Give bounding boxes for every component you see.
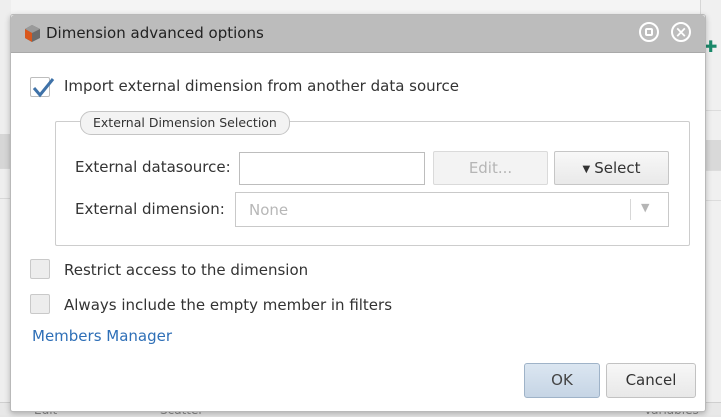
restrict-access-label[interactable]: Restrict access to the dimension xyxy=(64,261,308,279)
app-cube-logo-icon xyxy=(23,24,42,43)
external-datasource-label: External datasource: xyxy=(75,158,231,176)
members-manager-link[interactable]: Members Manager xyxy=(32,327,172,345)
external-dimension-dropdown[interactable]: None ▼ xyxy=(235,192,669,227)
background-toolbar-strip xyxy=(0,0,721,14)
external-dimension-label: External dimension: xyxy=(75,200,225,218)
import-external-label[interactable]: Import external dimension from another d… xyxy=(64,77,459,95)
close-dialog-button[interactable]: × xyxy=(671,22,691,42)
select-datasource-button[interactable]: ▼ Select xyxy=(554,151,669,185)
checkmark-icon xyxy=(32,78,55,98)
dialog-titlebar[interactable]: Dimension advanced options × xyxy=(11,15,705,53)
external-datasource-input[interactable] xyxy=(239,152,425,185)
cancel-button[interactable]: Cancel xyxy=(606,363,696,398)
ok-button[interactable]: OK xyxy=(524,363,600,398)
chevron-down-icon: ▼ xyxy=(641,201,650,214)
restore-icon xyxy=(645,28,653,36)
close-icon: × xyxy=(674,23,688,41)
import-external-checkbox[interactable] xyxy=(30,77,55,98)
restore-window-button[interactable] xyxy=(639,22,659,42)
edit-datasource-button[interactable]: Edit... xyxy=(433,151,548,185)
caret-down-icon: ▼ xyxy=(582,164,591,175)
external-dimension-value: None xyxy=(249,201,289,219)
dropdown-separator xyxy=(630,199,631,220)
include-empty-member-label[interactable]: Always include the empty member in filte… xyxy=(64,296,392,314)
restrict-access-checkbox[interactable] xyxy=(30,259,50,279)
include-empty-member-checkbox[interactable] xyxy=(30,294,50,314)
select-button-label: Select xyxy=(594,159,641,177)
external-dimension-legend: External Dimension Selection xyxy=(80,111,290,135)
dimension-advanced-options-dialog: Dimension advanced options × Import exte… xyxy=(10,14,706,412)
dialog-title: Dimension advanced options xyxy=(46,24,264,42)
